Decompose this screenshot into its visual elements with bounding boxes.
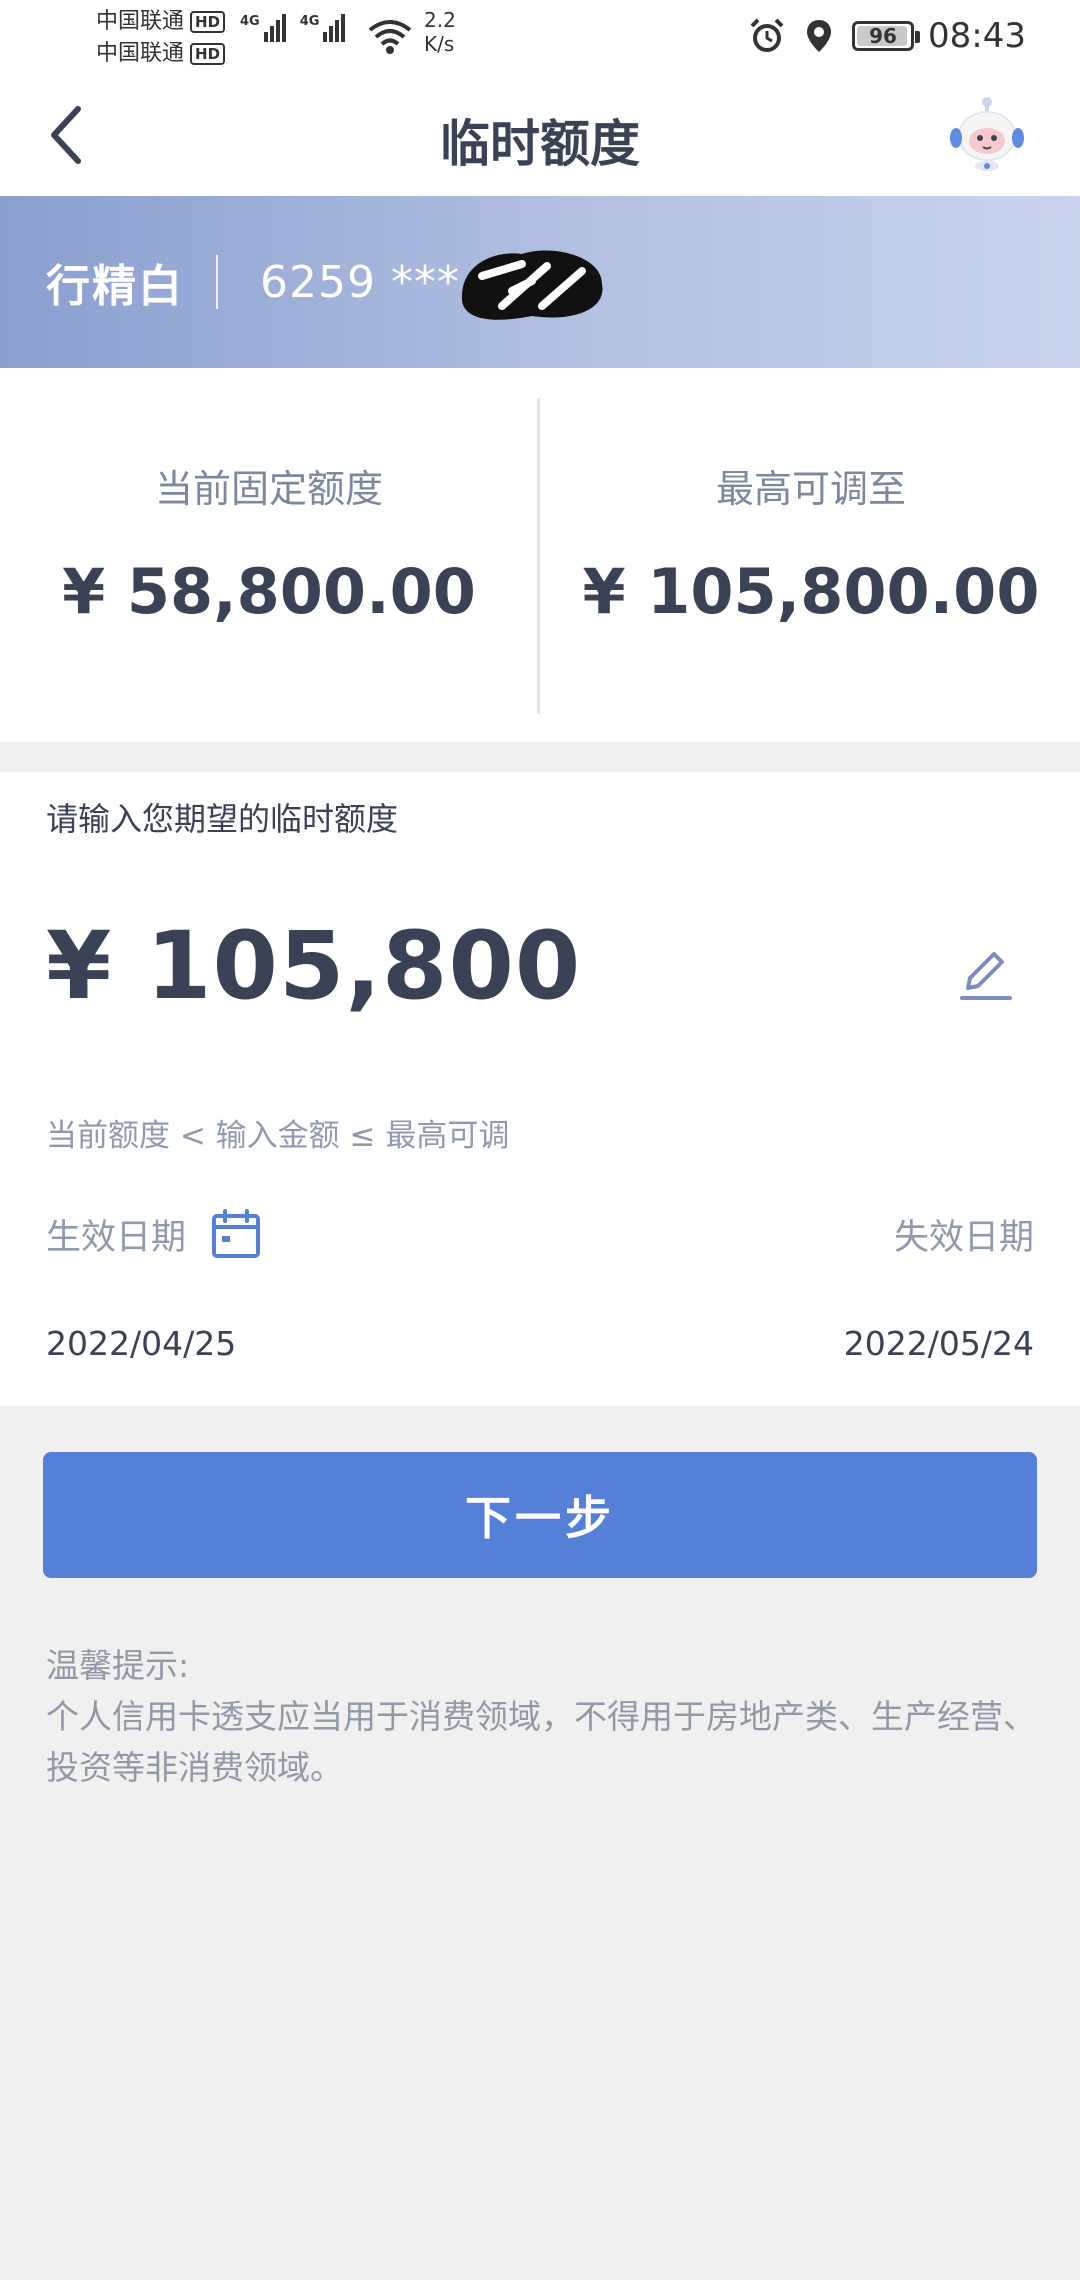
clock: 08:43 <box>928 16 1026 56</box>
card-name: 行精白 <box>46 261 184 312</box>
redaction-scribble <box>461 250 603 320</box>
expiry-date-value: 2022/05/24 <box>843 1324 1034 1363</box>
temp-limit-input-panel: 请输入您期望的临时额度 ¥ 105,800 当前额度 < 输入金额 ≤ 最高可调… <box>0 772 1080 1406</box>
pencil-icon[interactable] <box>956 944 1016 1004</box>
tips-title: 温馨提示: <box>46 1646 190 1685</box>
date-values-row: 2022/04/25 2022/05/24 <box>46 1324 1034 1363</box>
network-type-label: 4G <box>299 14 320 29</box>
next-step-button[interactable]: 下一步 <box>43 1452 1037 1578</box>
location-icon <box>807 20 832 52</box>
signal-icon: 4G <box>300 14 346 42</box>
tips-body: 个人信用卡透支应当用于消费领域，不得用于房地产类、生产经营、投资等非消费领域。 <box>46 1697 1036 1787</box>
calendar-icon[interactable] <box>210 1208 262 1260</box>
card-divider <box>216 255 218 309</box>
network-speed: 2.2 K/s <box>424 8 456 56</box>
current-limit-value: ¥ 58,800.00 <box>62 555 476 628</box>
battery-level: 96 <box>869 24 897 48</box>
date-labels-row: 生效日期 失效日期 <box>46 1206 1034 1262</box>
speed-value: 2.2 <box>424 8 456 32</box>
max-limit-value: ¥ 105,800.00 <box>582 555 1040 628</box>
current-limit: 当前固定额度 ¥ 58,800.00 <box>0 368 538 742</box>
effective-date-label-group: 生效日期 <box>46 1208 262 1260</box>
card-banner: 行精白 6259 *** <box>0 196 1080 368</box>
card-number: 6259 *** <box>260 256 460 308</box>
hd-badge: HD <box>190 43 226 65</box>
signal-icon: 4G <box>240 14 286 42</box>
carrier-name-1: 中国联通 <box>96 9 185 34</box>
max-limit-label: 最高可调至 <box>715 467 906 511</box>
amount-rule-hint: 当前额度 < 输入金额 ≤ 最高可调 <box>46 1118 510 1154</box>
nav-header: 临时额度 <box>0 76 1080 196</box>
status-bar: 中国联通 HD 中国联通 HD 4G 4G 2.2 K/s 96 08:43 <box>0 0 1080 76</box>
amount-field[interactable]: ¥ 105,800 <box>46 912 581 1021</box>
alarm-icon <box>750 18 784 52</box>
limits-divider <box>537 398 540 714</box>
carrier-name-2: 中国联通 <box>96 41 185 66</box>
tips-section: 温馨提示: 个人信用卡透支应当用于消费领域，不得用于房地产类、生产经营、投资等非… <box>46 1640 1040 1793</box>
wifi-icon <box>368 20 412 54</box>
effective-date-label: 生效日期 <box>46 1217 187 1258</box>
hd-badge: HD <box>190 11 226 33</box>
max-limit: 最高可调至 ¥ 105,800.00 <box>542 368 1080 742</box>
amount-value[interactable]: ¥ 105,800 <box>46 912 581 1021</box>
network-type-label: 4G <box>240 14 260 29</box>
effective-date-value[interactable]: 2022/04/25 <box>46 1324 236 1363</box>
expiry-date-label: 失效日期 <box>893 1217 1034 1258</box>
carrier-info: 中国联通 HD 中国联通 HD <box>96 6 226 70</box>
page-title: 临时额度 <box>440 115 640 173</box>
signal-group: 4G 4G <box>240 14 346 42</box>
battery-icon: 96 <box>852 21 921 51</box>
input-prompt: 请输入您期望的临时额度 <box>46 800 399 838</box>
robot-assistant-icon[interactable] <box>946 94 1028 176</box>
status-indicators: 96 08:43 <box>748 14 1026 58</box>
current-limit-label: 当前固定额度 <box>154 467 383 511</box>
limits-panel: 当前固定额度 ¥ 58,800.00 最高可调至 ¥ 105,800.00 <box>0 368 1080 742</box>
speed-unit: K/s <box>424 32 455 56</box>
